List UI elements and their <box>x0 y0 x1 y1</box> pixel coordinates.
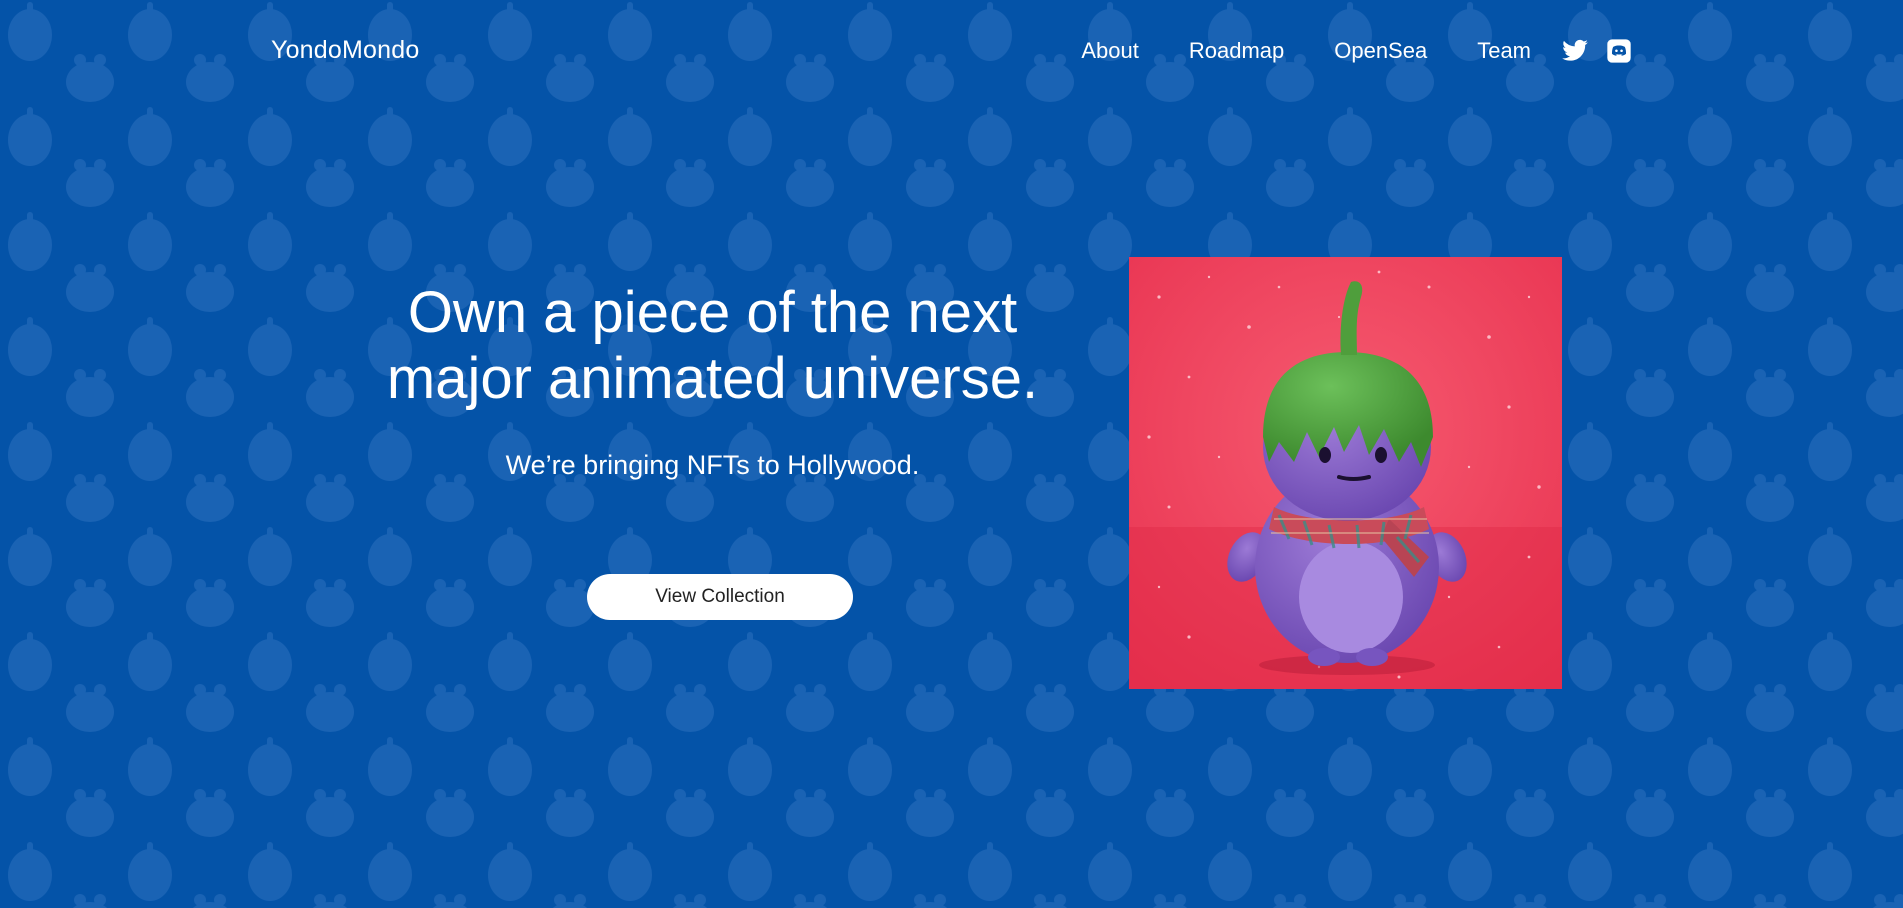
hero-title: Own a piece of the next major animated u… <box>340 280 1085 412</box>
top-navbar: YondoMondo About Roadmap OpenSea Team <box>0 0 1903 104</box>
discord-icon[interactable] <box>1605 37 1633 65</box>
nav-link-opensea[interactable]: OpenSea <box>1334 36 1427 66</box>
nav-link-about[interactable]: About <box>1081 36 1139 66</box>
twitter-icon[interactable] <box>1561 37 1589 65</box>
social-links <box>1561 37 1633 65</box>
nav-link-roadmap[interactable]: Roadmap <box>1189 36 1284 66</box>
hero-title-line-1: Own a piece of the next <box>407 280 1018 345</box>
brand-logo[interactable]: YondoMondo <box>271 36 419 65</box>
character-artwork <box>1129 257 1562 689</box>
hero-title-line-2: major animated universe. <box>386 346 1039 411</box>
nav-links: About Roadmap OpenSea Team <box>1081 36 1633 66</box>
view-collection-button[interactable]: View Collection <box>587 574 853 620</box>
nav-link-team[interactable]: Team <box>1477 36 1531 66</box>
hero-subtitle: We’re bringing NFTs to Hollywood. <box>505 450 920 480</box>
